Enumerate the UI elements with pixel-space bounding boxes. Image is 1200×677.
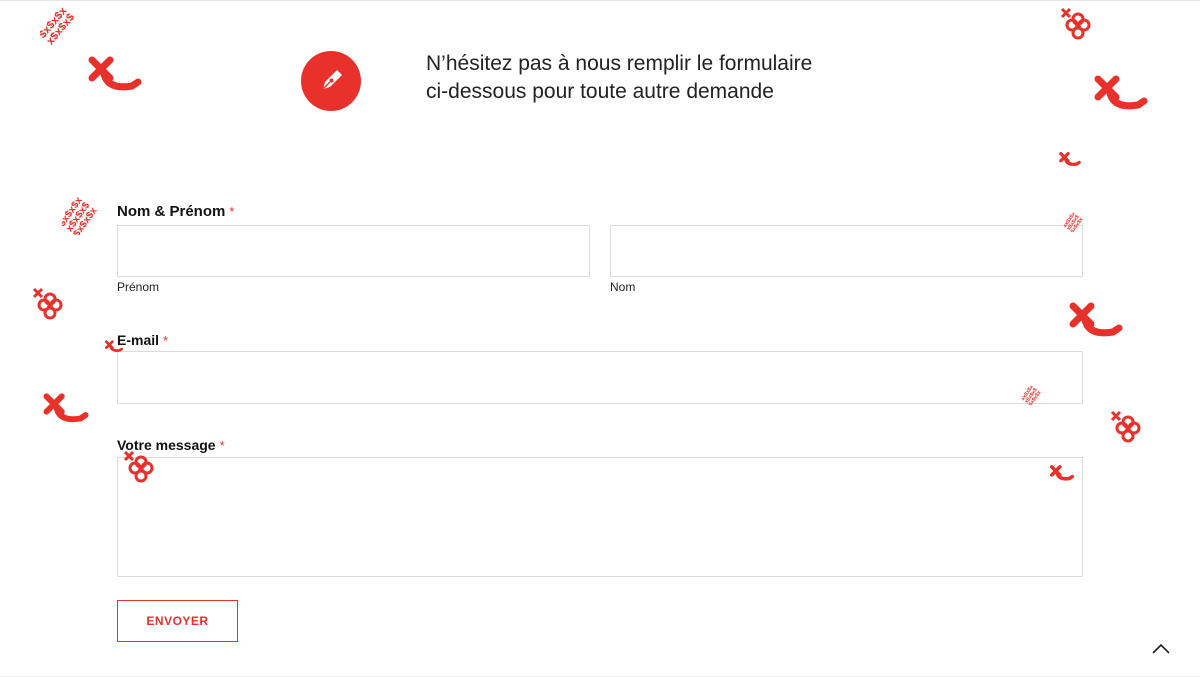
last-name-input[interactable]: [610, 225, 1083, 277]
intro-line-2: ci-dessous pour toute autre demande: [426, 80, 774, 103]
svg-text:$x$x$x: $x$x$x: [40, 4, 70, 41]
name-label: Nom & Prénom *: [117, 203, 234, 220]
cross-hook-icon: [1059, 152, 1081, 166]
email-input[interactable]: [117, 351, 1083, 404]
cross-hook-icon: [43, 393, 89, 423]
svg-text:$x$x$x: $x$x$x: [71, 205, 98, 235]
svg-text:x$x$x$: x$x$x$: [64, 200, 92, 234]
email-label-text: E-mail: [117, 332, 160, 348]
knot-icon: [32, 287, 63, 320]
send-button[interactable]: ENVOYER: [117, 600, 238, 642]
svg-text:$x$x$x: $x$x$x: [62, 195, 85, 229]
knot-icon: [1110, 410, 1141, 443]
svg-text:x$x$x$: x$x$x$: [44, 11, 77, 47]
required-marker: *: [219, 438, 225, 453]
last-name-sublabel: Nom: [610, 280, 636, 294]
required-marker: *: [229, 204, 235, 219]
required-marker: *: [163, 333, 169, 348]
email-label: E-mail *: [117, 332, 168, 348]
cross-hook-icon: [1069, 302, 1123, 337]
intro-line-1: N’hésitez pas à nous remplir le formulai…: [426, 52, 813, 75]
dollar-chain-icon: $x$x$x x$x$x$ $x$x$x: [62, 195, 98, 235]
first-name-input[interactable]: [117, 225, 590, 277]
cross-hook-icon: [1094, 75, 1148, 110]
first-name-sublabel: Prénom: [117, 280, 160, 294]
knot-icon: [1060, 7, 1091, 40]
message-label-text: Votre message: [117, 437, 216, 453]
form-intro-text: N’hésitez pas à nous remplir le formulai…: [426, 50, 812, 106]
dollar-chain-icon: $x$x$x x$x$x$: [40, 4, 77, 47]
name-label-text: Nom & Prénom: [117, 203, 226, 220]
chevron-up-icon[interactable]: [1150, 639, 1172, 659]
contact-form-page: N’hésitez pas à nous remplir le formulai…: [0, 0, 1200, 677]
message-label: Votre message *: [117, 437, 225, 453]
pen-nib-icon: [301, 51, 361, 111]
cross-hook-icon: [88, 56, 142, 91]
message-textarea[interactable]: [117, 457, 1083, 577]
